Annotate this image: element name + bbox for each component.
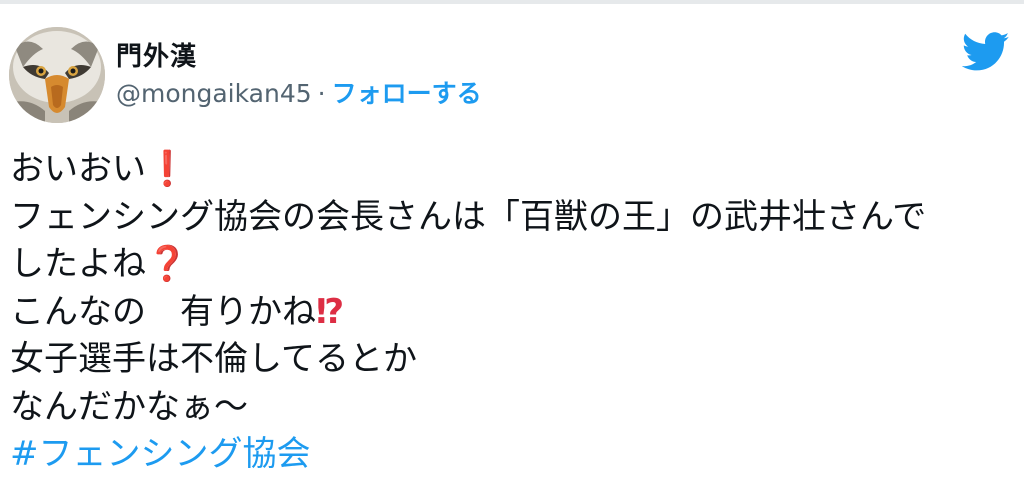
- hashtag-link[interactable]: #フェンシング協会: [10, 434, 311, 474]
- eagle-avatar-icon: [9, 27, 105, 123]
- author-handle[interactable]: @mongaikan45: [116, 79, 312, 108]
- tweet-line: フェンシング協会の会長さんは「百獣の王」の武井壮さんで: [10, 196, 927, 237]
- tweet-line: 女子選手は不倫してるとか: [10, 339, 417, 379]
- follow-button[interactable]: フォローする: [332, 79, 482, 108]
- separator-dot: ·: [317, 79, 326, 108]
- tweet-line: なんだかなぁ～: [10, 386, 248, 427]
- author-name[interactable]: 門外漢: [116, 36, 197, 73]
- tweet-line: したよね❓: [10, 244, 189, 284]
- question-icon: ❓: [146, 244, 189, 284]
- author-meta: @mongaikan45 · フォローする: [116, 78, 482, 110]
- tweet-line: #フェンシング協会: [10, 431, 1010, 479]
- exclamation-question-icon: ⁉: [316, 291, 345, 332]
- avatar[interactable]: [9, 27, 105, 123]
- tweet-line: おいおい❗: [10, 149, 189, 189]
- twitter-bird-icon[interactable]: [962, 32, 1010, 72]
- tweet-text: おいおい❗ フェンシング協会の会長さんは「百獣の王」の武井壮さんで したよね❓ …: [10, 146, 1010, 479]
- exclamation-icon: ❗: [146, 149, 189, 189]
- top-divider: [0, 0, 1024, 4]
- tweet-line: こんなの 有りかね⁉: [10, 291, 345, 332]
